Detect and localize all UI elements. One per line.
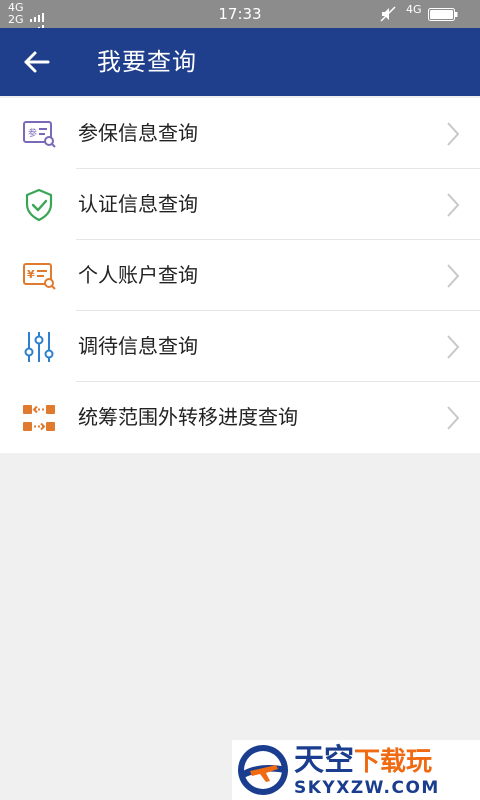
app-header: 我要查询 [0, 28, 480, 96]
plane-globe-logo-icon [238, 745, 288, 795]
svg-text:¥: ¥ [27, 268, 35, 281]
watermark-title-part1: 天空 [294, 743, 354, 778]
menu-item-label: 调待信息查询 [78, 334, 198, 358]
status-right: 4G [380, 4, 470, 24]
menu-item-personal-account[interactable]: ¥ 个人账户查询 [0, 240, 480, 311]
page-title: 我要查询 [97, 48, 197, 76]
menu-item-benefit-adjust[interactable]: 调待信息查询 [0, 311, 480, 382]
menu-item-auth-info[interactable]: 认证信息查询 [0, 169, 480, 240]
site-watermark: 天空下载玩 SKYXZW.COM [232, 740, 480, 800]
arrow-left-icon [24, 51, 50, 73]
network-type-right: 4G [406, 3, 422, 16]
svg-text:参: 参 [28, 127, 37, 139]
menu-item-label: 认证信息查询 [78, 192, 198, 216]
menu-item-label: 个人账户查询 [78, 263, 198, 287]
status-bar: 4G 2G 17:33 4G [0, 0, 480, 34]
menu-item-label: 参保信息查询 [78, 121, 198, 145]
query-menu-list: 参 参保信息查询 认证信息查询 ¥ 个人账户查询 调待信息查询 统筹范围外转移进… [0, 98, 480, 453]
watermark-title-part2: 下载玩 [354, 747, 433, 777]
insurance-card-search-icon: 参 [23, 121, 56, 148]
back-button[interactable] [16, 44, 56, 80]
watermark-url: SKYXZW.COM [294, 778, 440, 798]
chevron-right-icon [447, 406, 460, 430]
yuan-card-search-icon: ¥ [23, 263, 56, 290]
mute-icon [380, 6, 396, 22]
chevron-right-icon [447, 122, 460, 146]
menu-item-transfer-progress[interactable]: 统筹范围外转移进度查询 [0, 382, 480, 453]
sliders-icon [24, 332, 54, 362]
battery-icon [428, 8, 458, 21]
watermark-title: 天空下载玩 [294, 742, 480, 780]
shield-check-icon [25, 188, 53, 222]
transfer-arrows-icon [23, 405, 55, 431]
menu-item-label: 统筹范围外转移进度查询 [78, 405, 298, 429]
chevron-right-icon [447, 335, 460, 359]
chevron-right-icon [447, 193, 460, 217]
menu-item-insurance-info[interactable]: 参 参保信息查询 [0, 98, 480, 169]
chevron-right-icon [447, 264, 460, 288]
